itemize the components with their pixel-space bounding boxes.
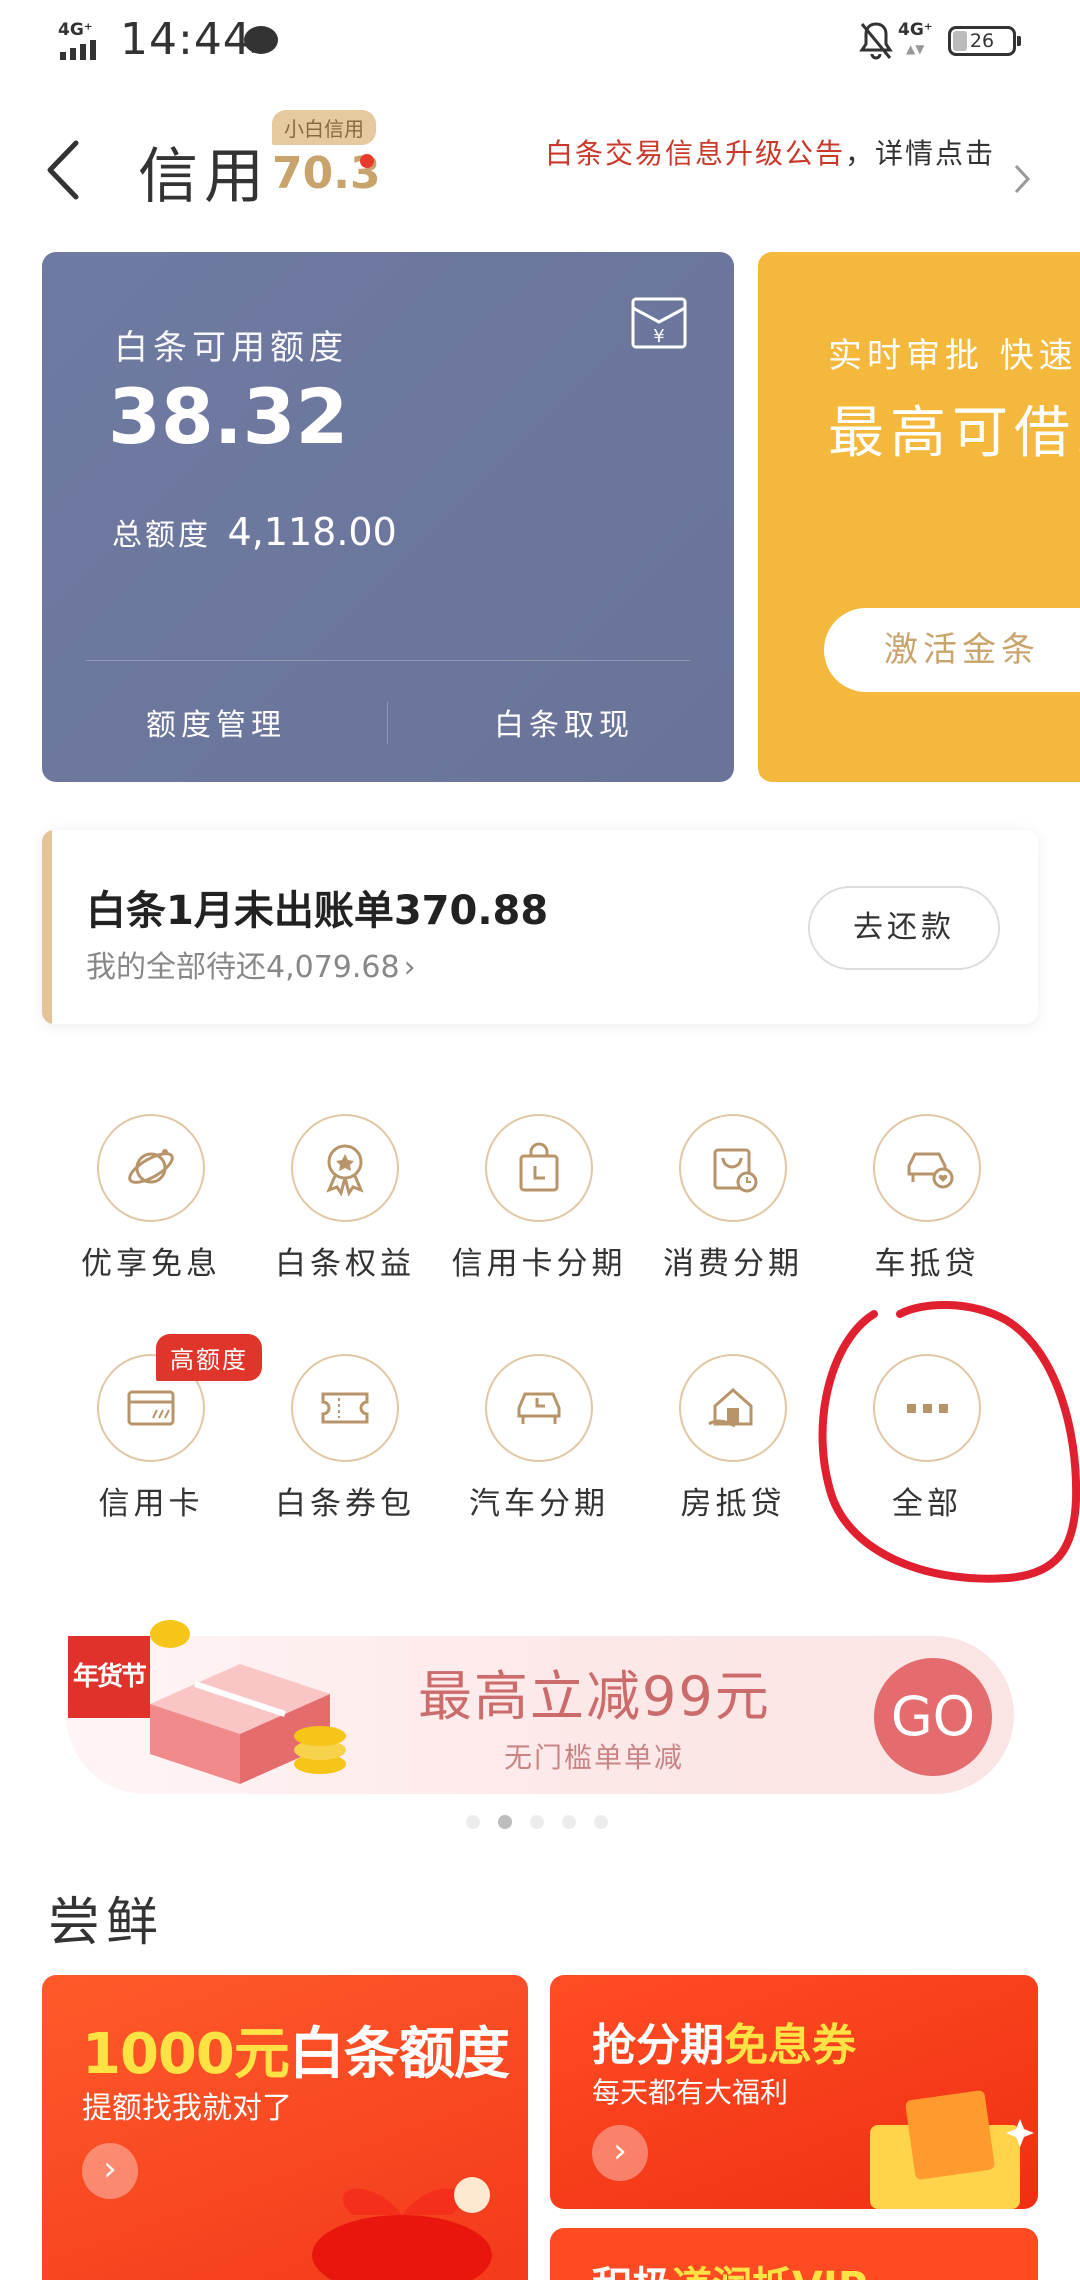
promo-title-highlight: 道润抵VIP [672,2264,867,2280]
grid-item-auto-installment[interactable]: 汽车分期 [442,1354,636,1523]
bill-title: 白条1月未出账单370.88 [86,888,549,934]
promo-subtitle: 提额找我就对了 [82,2091,292,2126]
promo-title: 抢分期免息券 [592,2009,856,2073]
grid-label: 房抵贷 [680,1486,786,1522]
arrow-right-icon[interactable]: › [82,2143,138,2199]
planet-icon [97,1114,205,1222]
notification-dot [360,154,374,168]
car-heart-icon [873,1114,981,1222]
promo-subtitle: 每天都有大福利 [592,2076,789,2109]
chevron-right-icon[interactable] [1012,162,1032,196]
accent-bar [42,830,52,1024]
total-limit-label: 总额度 [112,518,211,553]
page-title: 信用 [138,142,270,212]
svg-text:¥: ¥ [653,326,664,347]
available-limit-value: 38.32 [108,372,349,461]
promo-title-text: 积极 [592,2264,672,2280]
cash-withdraw-button[interactable]: 白条取现 [494,700,634,744]
clock: 14:44 [120,14,252,65]
battery-icon: 26 [948,26,1021,56]
loan-subtitle: 实时审批 快速到账 [828,336,1080,376]
banner-title: 最高立减99元 [418,1665,771,1728]
promo-title: 1000元白条额度 [82,2009,510,2090]
promo-card-credit-limit[interactable]: 1000元白条额度 提额找我就对了 › [42,1975,528,2280]
divider [387,702,388,744]
promo-title-text: 抢分期 [592,2020,724,2071]
notice-detail: ，详情点击 [844,137,995,170]
carousel-dot[interactable] [466,1815,480,1829]
go-button[interactable]: GO [874,1658,992,1776]
data-arrows-icon: ▲▼ [906,42,925,56]
grid-label: 信用卡 [98,1486,204,1522]
credit-card-panel[interactable]: 白条可用额度 38.32 总额度 4,118.00 ¥ 额度管理 白条取现 [42,252,734,782]
activate-button[interactable]: 激活金条 [824,608,1080,692]
coupon-icon [870,2090,1034,2209]
back-button[interactable] [40,135,90,205]
annotation-circle [818,1300,1080,1583]
carousel-dot[interactable] [530,1815,544,1829]
network-type-secondary: 4G⁺ [898,20,933,40]
high-limit-badge: 高额度 [156,1334,262,1381]
grid-item-benefits[interactable]: 白条权益 [248,1114,442,1283]
bill-subtitle[interactable]: 我的全部待还4,079.68 › [86,942,416,986]
limit-manage-button[interactable]: 额度管理 [146,700,286,744]
loan-card-panel[interactable]: 实时审批 快速到账 最高可借20万 激活金条 [758,252,1080,782]
grid-item-house-loan[interactable]: 房抵贷 [636,1354,830,1523]
signal-icon [60,40,96,60]
available-limit-label: 白条可用额度 [114,328,348,368]
bell-off-icon [859,22,893,60]
promo-card-vip[interactable]: 积极道润抵VIP [550,2228,1038,2280]
notice-text: 白条交易信息升级公告 [544,137,845,170]
grid-label: 消费分期 [663,1246,803,1282]
car-clock-icon [485,1354,593,1462]
grid-item-car-loan[interactable]: 车抵贷 [830,1114,1024,1283]
divider [86,660,690,661]
promo-title: 积极道润抵VIP [592,2254,867,2280]
section-title: 尝鲜 [48,1893,165,1953]
grid-label: 汽车分期 [469,1486,609,1522]
battery-level: 26 [969,30,995,52]
chevron-right-icon: › [403,950,416,985]
grid-item-card-installment[interactable]: 信用卡分期 [442,1114,636,1283]
bag-clock-icon [679,1114,787,1222]
arrow-right-icon[interactable]: › [592,2125,648,2181]
grid-label: 白条券包 [275,1486,415,1522]
notice-link[interactable]: 白条交易信息升级公告，详情点击 [495,132,995,176]
medal-icon [291,1114,399,1222]
grid-label: 优享免息 [81,1246,221,1282]
chat-bubble-icon [244,26,278,54]
gift-icon [312,2177,492,2280]
house-hand-icon [679,1354,787,1462]
gift-box-icon [150,1620,346,1784]
shopping-bag-icon [485,1114,593,1222]
grid-item-consumer-installment[interactable]: 消费分期 [636,1114,830,1283]
festival-tag: 年货节 [68,1636,150,1718]
carousel-dot[interactable] [562,1815,576,1829]
grid-label: 车抵贷 [874,1246,980,1282]
grid-label: 信用卡分期 [451,1246,627,1282]
ticket-icon [291,1354,399,1462]
total-limit: 总额度 4,118.00 [112,510,397,554]
credit-tag[interactable]: 小白信用 [272,110,376,145]
promo-title-text: 白条额度 [288,2022,510,2087]
yen-envelope-icon[interactable]: ¥ [630,296,688,350]
promo-title-highlight: 免息券 [724,2020,856,2071]
carousel-indicator [466,1815,608,1829]
pending-total: 我的全部待还4,079.68 [86,950,400,985]
promo-card-coupon[interactable]: 抢分期免息券 每天都有大福利 › [550,1975,1038,2209]
repay-button[interactable]: 去还款 [808,886,1000,970]
grid-label: 白条权益 [275,1246,415,1282]
network-type: 4G⁺ [58,20,93,40]
banner-subtitle: 无门槛单单减 [504,1741,685,1774]
carousel-dot[interactable] [594,1815,608,1829]
promo-title-highlight: 1000元 [82,2022,290,2087]
carousel-dot-active[interactable] [498,1815,512,1829]
total-limit-value: 4,118.00 [227,510,397,554]
grid-item-coupons[interactable]: 白条券包 [248,1354,442,1523]
status-bar: 4G⁺ 14:44 4G⁺ ▲▼ 26 [0,0,1080,80]
grid-item-interest-free[interactable]: 优享免息 [54,1114,248,1283]
bill-card[interactable]: 白条1月未出账单370.88 我的全部待还4,079.68 › 去还款 [42,830,1038,1024]
loan-title: 最高可借20万 [828,401,1080,466]
